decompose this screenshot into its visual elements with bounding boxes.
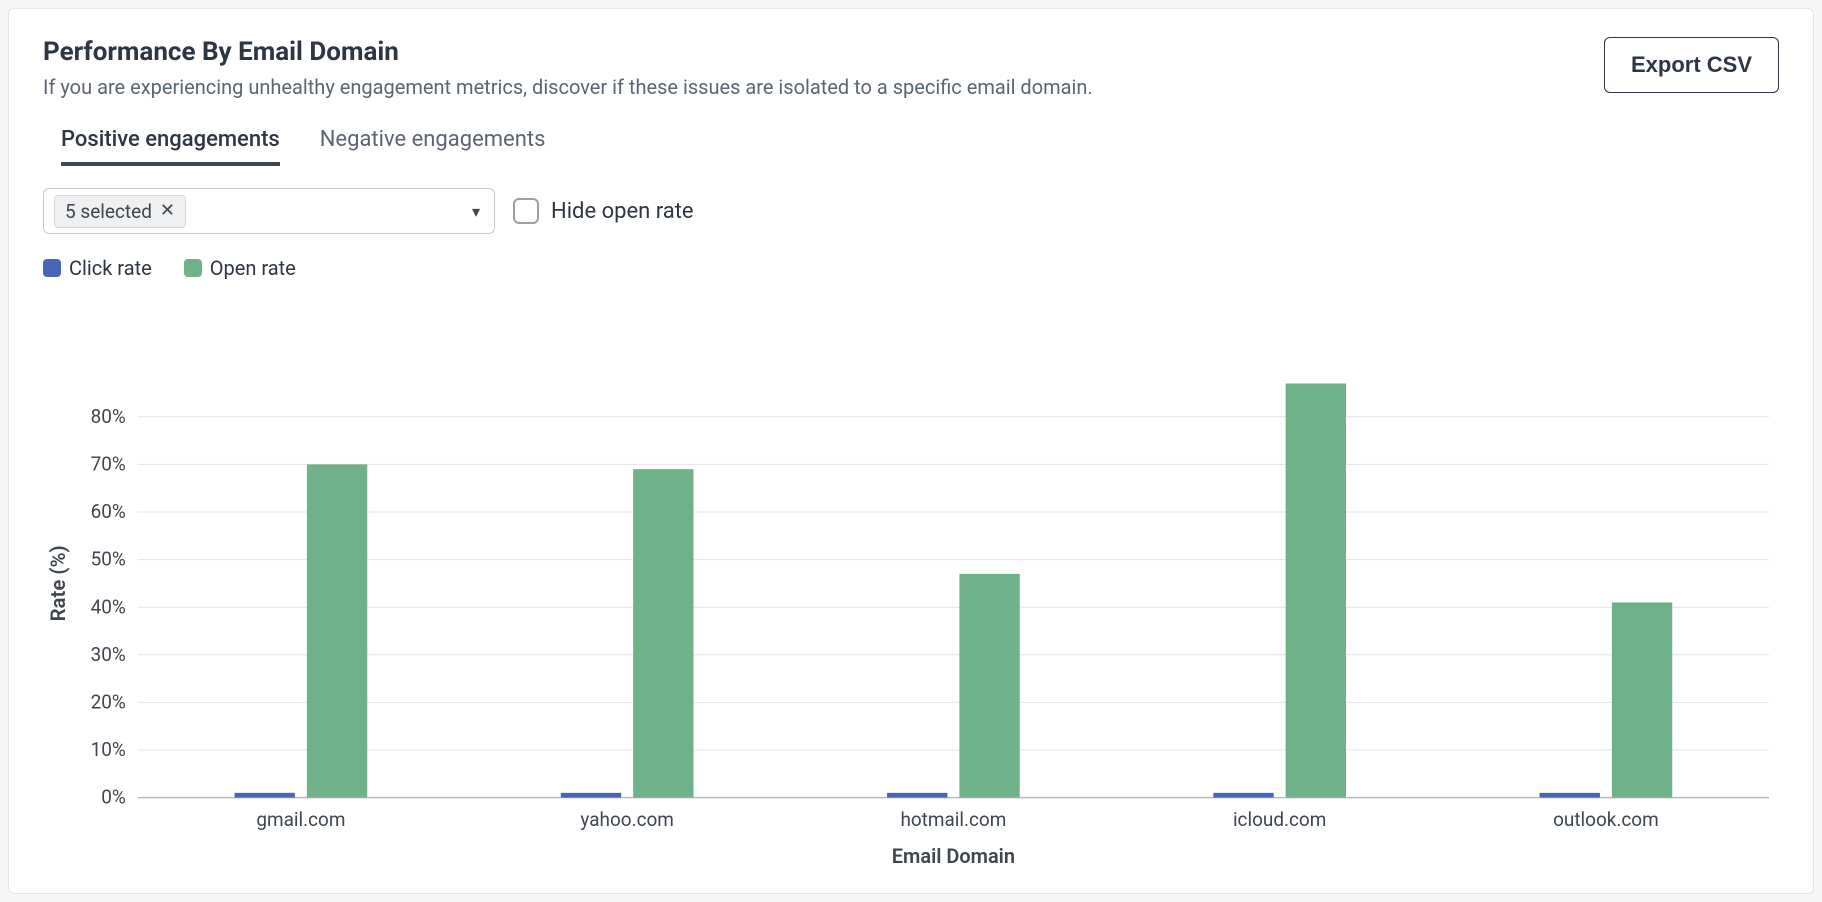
svg-text:30%: 30%	[91, 643, 126, 666]
swatch-open-icon	[184, 259, 202, 277]
hide-open-rate-control: Hide open rate	[513, 198, 694, 224]
header-row: Performance By Email Domain If you are e…	[43, 37, 1779, 127]
hide-open-rate-label: Hide open rate	[551, 199, 694, 224]
swatch-click-icon	[43, 259, 61, 277]
svg-text:80%: 80%	[91, 405, 126, 428]
controls-row: 5 selected ✕ ▾ Hide open rate	[43, 188, 1779, 234]
clear-selection-icon[interactable]: ✕	[160, 202, 175, 220]
svg-text:Email Domain: Email Domain	[892, 844, 1015, 868]
chart: 0% 10% 20% 30% 40% 50% 60% 70% 80% gmail.com yahoo…	[43, 359, 1779, 869]
legend-click-label: Click rate	[69, 256, 152, 280]
svg-text:yahoo.com: yahoo.com	[580, 808, 673, 831]
svg-text:icloud.com: icloud.com	[1233, 808, 1326, 831]
svg-text:50%: 50%	[91, 548, 126, 571]
selected-count-label: 5 selected	[65, 200, 152, 223]
performance-card: Performance By Email Domain If you are e…	[8, 8, 1814, 894]
legend-open-label: Open rate	[210, 256, 296, 280]
svg-text:40%: 40%	[91, 595, 126, 618]
svg-text:hotmail.com: hotmail.com	[900, 808, 1006, 831]
chart-legend: Click rate Open rate	[43, 256, 1779, 280]
export-csv-button[interactable]: Export CSV	[1604, 37, 1779, 93]
tabs: Positive engagements Negative engagement…	[43, 127, 1779, 166]
chevron-down-icon: ▾	[472, 202, 480, 221]
page-subtitle: If you are experiencing unhealthy engage…	[43, 75, 1093, 99]
svg-text:20%: 20%	[91, 690, 126, 713]
svg-text:gmail.com: gmail.com	[256, 808, 345, 831]
svg-text:60%: 60%	[91, 500, 126, 523]
tab-positive-engagements[interactable]: Positive engagements	[61, 127, 280, 166]
selected-count-chip[interactable]: 5 selected ✕	[54, 195, 186, 228]
legend-open-rate: Open rate	[184, 256, 296, 280]
page-title: Performance By Email Domain	[43, 37, 1093, 67]
svg-text:0%: 0%	[101, 786, 126, 809]
svg-text:10%: 10%	[91, 738, 126, 761]
svg-text:Rate (%): Rate (%)	[46, 545, 70, 621]
svg-text:70%: 70%	[91, 452, 126, 475]
legend-click-rate: Click rate	[43, 256, 152, 280]
domain-select-dropdown[interactable]: 5 selected ✕ ▾	[43, 188, 495, 234]
svg-text:outlook.com: outlook.com	[1553, 808, 1659, 831]
tab-negative-engagements[interactable]: Negative engagements	[320, 127, 546, 166]
hide-open-rate-checkbox[interactable]	[513, 198, 539, 224]
